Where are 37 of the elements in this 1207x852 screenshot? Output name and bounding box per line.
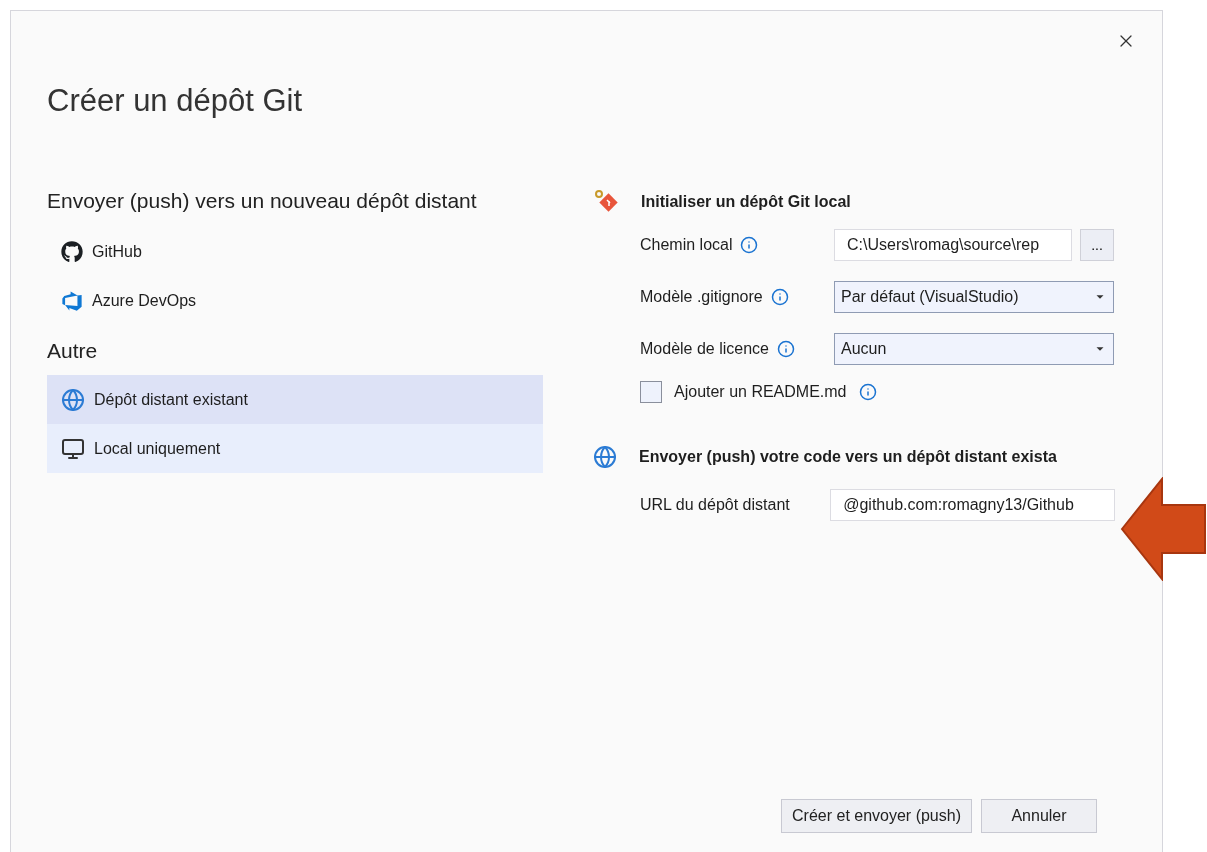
azure-devops-icon [61, 289, 83, 312]
info-icon [740, 236, 759, 254]
globe-icon [593, 445, 617, 469]
git-repo-icon [593, 189, 619, 215]
field-label: Modèle .gitignore [640, 288, 763, 306]
input-field[interactable]: C:\Users\romag\source\rep [834, 229, 1072, 261]
section-title: Envoyer (push) votre code vers un dépôt distant exista [639, 448, 1057, 466]
field-label: Chemin local [640, 236, 733, 254]
item-label: GitHub [92, 242, 142, 261]
section-title: Initialiser un dépôt Git local [641, 193, 851, 211]
browse-button[interactable]: ... [1080, 229, 1114, 261]
dialog-button[interactable]: Annuler [981, 799, 1097, 833]
dialog-title: Créer un dépôt Git [47, 83, 304, 119]
info-icon [858, 383, 877, 401]
section-heading: Envoyer (push) vers un nouveau dépôt distant [47, 189, 478, 213]
globe-icon [61, 387, 85, 412]
item-label: Azure DevOps [92, 291, 197, 310]
list-item[interactable]: GitHub [47, 227, 543, 276]
dropdown-field[interactable]: Par défaut (VisualStudio) [834, 281, 1114, 313]
field-label: Modèle de licence [640, 340, 769, 358]
arrow-icon [1120, 477, 1207, 581]
list-item[interactable]: Azure DevOps [47, 276, 543, 325]
input-field[interactable]: @github.com:romagny13/Github [830, 489, 1115, 521]
info-icon [776, 340, 795, 358]
field-label: URL du dépôt distant [640, 496, 790, 514]
item-label: Dépôt distant existant [94, 390, 248, 409]
checkbox[interactable] [640, 381, 662, 403]
monitor-icon [61, 436, 85, 461]
info-icon [770, 288, 789, 306]
item-label: Local uniquement [94, 439, 221, 458]
section-heading: Autre [47, 339, 99, 363]
github-icon [61, 240, 83, 263]
list-item[interactable]: Local uniquement [47, 424, 543, 473]
dropdown-field[interactable]: Aucun [834, 333, 1114, 365]
dialog-button[interactable]: Créer et envoyer (push) [781, 799, 972, 833]
list-item[interactable]: Dépôt distant existant [47, 375, 543, 424]
checkbox-label: Ajouter un README.md [674, 383, 847, 401]
